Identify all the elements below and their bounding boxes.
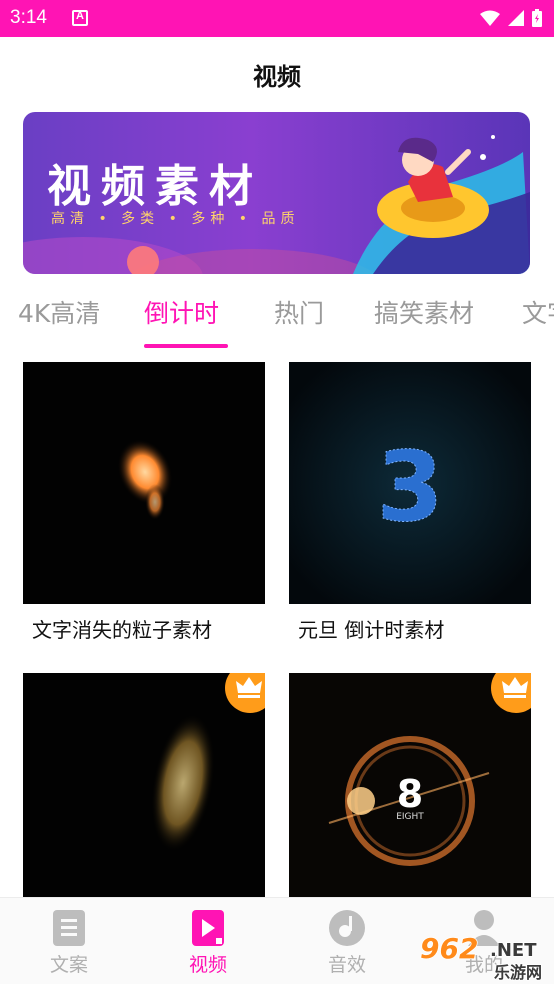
video-card-title: 文字消失的粒子素材 [32, 618, 212, 642]
page-title: 视频 [253, 63, 301, 91]
banner-subtitle: 高清 • 多类 • 多种 • 品质 [51, 211, 300, 227]
promo-banner[interactable]: 视频素材 高清 • 多类 • 多种 • 品质 [23, 112, 530, 274]
tab-text[interactable]: 文字 [522, 294, 554, 330]
notification-icon [72, 10, 88, 26]
countdown-thumbnail-art: 3 [289, 362, 531, 604]
status-bar: 3:14 [0, 0, 554, 37]
wifi-icon [480, 10, 500, 26]
nav-label: 文案 [49, 954, 88, 976]
crown-icon [236, 677, 262, 698]
video-card-title: 元旦 倒计时素材 [298, 618, 445, 642]
tab-countdown[interactable]: 倒计时 [144, 294, 219, 330]
battery-icon [532, 9, 542, 27]
banner-title: 视频素材 [47, 161, 263, 212]
video-card[interactable]: 8 EIGHT [289, 673, 531, 897]
video-thumbnail[interactable] [23, 362, 265, 604]
watermark-text: 乐游网 [494, 963, 542, 982]
signal-icon [508, 10, 524, 26]
crown-icon [502, 677, 528, 698]
site-watermark: 962 .NET 乐游网 [419, 931, 543, 983]
tab-funny[interactable]: 搞笑素材 [374, 294, 474, 330]
video-card[interactable] [23, 673, 265, 897]
document-icon [53, 910, 85, 946]
nav-label: 视频 [188, 954, 227, 976]
eight-word: EIGHT [396, 812, 424, 822]
countdown-digit: 3 [377, 431, 444, 543]
video-card[interactable]: 3 元旦 倒计时素材 [289, 362, 531, 652]
nav-item-video[interactable]: 视频 [163, 898, 253, 984]
nav-item-sound-effects[interactable]: 音效 [302, 898, 392, 984]
category-tabs: 4K高清 倒计时 热门 搞笑素材 文字 [0, 290, 554, 350]
tab-4k-hd[interactable]: 4K高清 [18, 294, 100, 330]
particle-thumbnail-art [117, 439, 173, 520]
video-card[interactable]: 文字消失的粒子素材 [23, 362, 265, 652]
watermark-suffix: .NET [490, 940, 537, 961]
status-time: 3:14 [10, 7, 47, 28]
status-icons [480, 8, 542, 28]
premium-badge [225, 673, 265, 713]
eight-digit: 8 [397, 772, 423, 816]
tab-active-indicator [144, 344, 228, 348]
nav-label: 音效 [327, 954, 366, 976]
premium-badge [491, 673, 531, 713]
video-thumbnail[interactable]: 3 [289, 362, 531, 604]
video-play-icon [192, 910, 224, 946]
tab-popular[interactable]: 热门 [274, 294, 324, 330]
nav-item-copywriting[interactable]: 文案 [24, 898, 114, 984]
music-disc-icon [329, 910, 365, 946]
title-bar: 视频 [0, 37, 554, 113]
watermark-number: 962 [420, 932, 478, 965]
